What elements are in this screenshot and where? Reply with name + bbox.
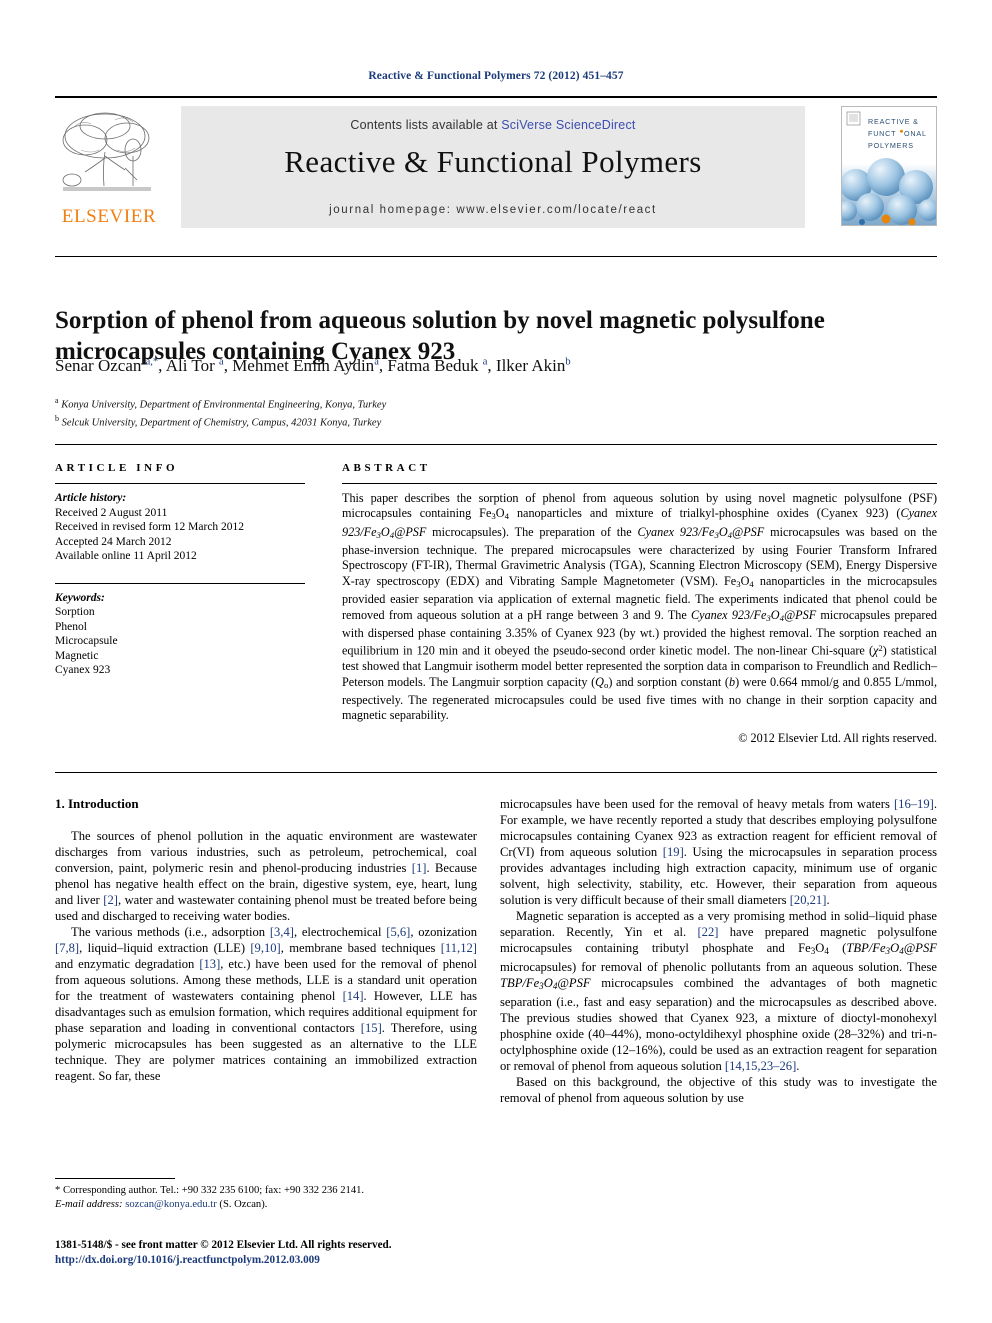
journal-homepage-line: journal homepage: www.elsevier.com/locat… — [329, 204, 657, 216]
keyword-item: Microcapsule — [55, 635, 118, 647]
body-right-column: microcapsules have been used for the rem… — [500, 796, 937, 1106]
journal-title: Reactive & Functional Polymers — [284, 144, 702, 179]
journal-band: Contents lists available at SciVerse Sci… — [181, 106, 805, 228]
contents-prefix: Contents lists available at — [350, 118, 502, 132]
colophon-issn-line: 1381-5148/$ - see front matter © 2012 El… — [55, 1239, 392, 1251]
keyword-item: Sorption — [55, 606, 95, 618]
history-item: Received 2 August 2011 — [55, 506, 168, 519]
article-history-label: Article history: — [55, 492, 127, 504]
keywords-rule — [55, 582, 305, 584]
corresponding-author-line: * Corresponding author. Tel.: +90 332 23… — [55, 1185, 365, 1196]
corresponding-author-email-line[interactable]: E-mail address: sozcan@konya.edu.tr (S. … — [55, 1198, 485, 1212]
paragraph: The sources of phenol pollution in the a… — [55, 829, 478, 923]
abstract-text: This paper describes the sorption of phe… — [342, 491, 938, 723]
elsevier-tree-icon — [55, 106, 159, 198]
article-info-heading: ARTICLE INFO — [55, 462, 179, 474]
contents-available-line: Contents lists available at SciVerse Sci… — [181, 118, 805, 132]
keywords-label: Keywords: — [55, 591, 105, 604]
keyword-item: Phenol — [55, 620, 87, 633]
abstract-rule — [342, 483, 937, 484]
elsevier-logo: ELSEVIER — [55, 106, 165, 230]
paragraph: Based on this background, the objective … — [500, 1074, 937, 1105]
keyword-item: Cyanex 923 — [55, 664, 111, 676]
paragraph: microcapsules have been used for the rem… — [500, 797, 937, 907]
affiliation-list: a Konya University, Department of Enviro… — [55, 394, 925, 430]
history-item: Accepted 24 March 2012 — [55, 535, 172, 548]
doi-link[interactable]: http://dx.doi.org/10.1016/j.reactfunctpo… — [55, 1253, 515, 1268]
abstract-column: ABSTRACT This paper describes the sorpti… — [342, 462, 937, 746]
abstract-heading: ABSTRACT — [342, 462, 431, 474]
body-left-column: 1. Introduction The sources of phenol po… — [55, 796, 477, 1084]
keyword-item: Magnetic — [55, 649, 99, 662]
running-head: Reactive & Functional Polymers 72 (2012)… — [368, 70, 624, 82]
abstract-copyright: © 2012 Elsevier Ltd. All rights reserved… — [738, 730, 937, 745]
journal-masthead: ELSEVIER Contents lists available at Sci… — [55, 96, 937, 228]
history-item: Received in revised form 12 March 2012 — [55, 521, 245, 533]
history-item: Available online 11 April 2012 — [55, 550, 197, 562]
title-divider — [55, 256, 937, 257]
colophon: 1381-5148/$ - see front matter © 2012 El… — [55, 1238, 515, 1267]
journal-cover-thumbnail: REACTIVE & FUNCT ONAL POLYMERS — [841, 106, 937, 226]
svg-text:FUNCT: FUNCT — [868, 129, 896, 138]
keywords-block: Keywords: Sorption Phenol Microcapsule M… — [55, 582, 305, 678]
elsevier-wordmark: ELSEVIER — [61, 206, 157, 227]
affiliation-a: a Konya University, Department of Enviro… — [55, 396, 387, 411]
paragraph: The various methods (i.e., adsorption [3… — [55, 925, 478, 1083]
affiliation-b-text: Selcuk University, Department of Chemist… — [61, 417, 382, 429]
article-history-list: Received 2 August 2011 Received in revis… — [55, 506, 305, 564]
corresponding-author-footnote: * Corresponding author. Tel.: +90 332 23… — [55, 1184, 485, 1212]
affiliation-b: b Selcuk University, Department of Chemi… — [55, 414, 382, 429]
affiliation-a-text: Konya University, Department of Environm… — [61, 399, 387, 411]
svg-text:ONAL: ONAL — [904, 129, 927, 138]
article-info-rule — [55, 483, 305, 484]
footnote-divider — [55, 1178, 175, 1179]
sciencedirect-link[interactable]: SciVerse ScienceDirect — [501, 118, 635, 132]
section-heading-introduction: 1. Introduction — [55, 796, 139, 811]
body-divider — [55, 772, 937, 773]
paragraph: Magnetic separation is accepted as a ver… — [500, 909, 937, 1073]
info-divider — [55, 444, 937, 445]
svg-text:POLYMERS: POLYMERS — [868, 141, 914, 150]
paper-page: Reactive & Functional Polymers 72 (2012)… — [0, 0, 992, 1323]
article-info-column: ARTICLE INFO Article history: Received 2… — [55, 462, 305, 678]
svg-text:REACTIVE &: REACTIVE & — [868, 117, 919, 126]
author-list: Senar Ozcan a,*, Ali Tor a, Mehmet Emin … — [55, 356, 571, 375]
